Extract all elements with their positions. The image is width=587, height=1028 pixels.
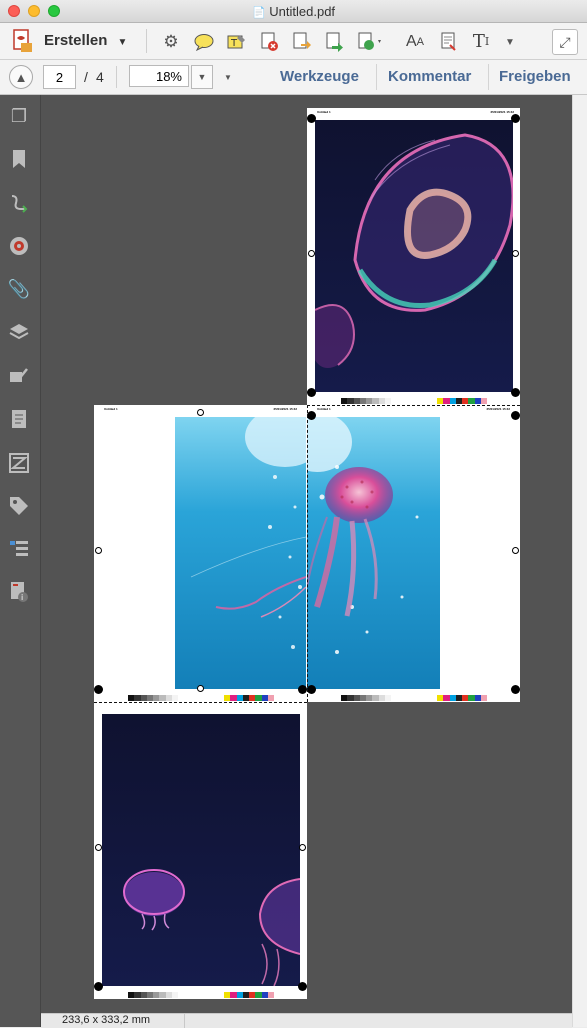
pdf-page-1: Untitled 1 25/01/2021 15:42 — [307, 108, 520, 405]
layers-icon[interactable] — [8, 321, 30, 343]
pdf-page-2: Untitled 1 25/01/2021 15:42 — [94, 405, 307, 702]
comment-icon[interactable] — [193, 31, 215, 53]
window-title: 📄 Untitled.pdf — [251, 4, 336, 19]
page-header-left: Untitled 1 — [104, 407, 118, 411]
accessibility-icon[interactable]: i — [8, 581, 30, 603]
color-bar — [224, 695, 274, 701]
zoom-input[interactable]: 18% — [129, 65, 189, 87]
page-header-right: 25/01/2021 15:42 — [490, 110, 514, 114]
registration-mark — [94, 982, 103, 991]
page-separator: / — [84, 69, 88, 85]
document-canvas[interactable]: Untitled 1 25/01/2021 15:42 Untitled 1 2… — [41, 95, 572, 1013]
create-pdf-icon[interactable] — [10, 29, 34, 53]
jellyfish-image-tile-1 — [315, 120, 513, 392]
status-divider — [184, 1014, 185, 1028]
toolbar-divider — [146, 29, 147, 53]
page-number-input[interactable]: 2 — [43, 65, 76, 89]
text-tool-icon[interactable]: TI — [469, 30, 493, 52]
comment-link[interactable]: Kommentar — [388, 68, 471, 85]
attachments-icon[interactable]: 📎 — [8, 278, 30, 300]
registration-mark — [511, 411, 520, 420]
crop-mark — [512, 250, 519, 257]
vertical-scrollbar[interactable] — [572, 95, 587, 1027]
crop-mark — [512, 547, 519, 554]
toolbar-divider — [488, 64, 489, 90]
delete-page-icon[interactable] — [258, 31, 280, 53]
main-toolbar: Erstellen ▼ ⚙ T AA TI ▼ ⤢ — [0, 23, 587, 60]
page-header-left: Untitled 1 — [317, 110, 331, 114]
registration-mark — [298, 685, 307, 694]
toolbar-divider — [376, 64, 377, 90]
jellyfish-image-tile-4 — [102, 714, 300, 986]
svg-text:T: T — [230, 38, 238, 49]
crop-mark — [299, 844, 306, 851]
registration-mark — [307, 411, 316, 420]
registration-mark — [298, 982, 307, 991]
tile-cut-line — [307, 405, 308, 702]
tile-cut-line — [94, 702, 307, 703]
pdf-page-4 — [94, 702, 307, 999]
more-tools-chevron-icon[interactable]: ▼ — [222, 66, 234, 88]
more-icon[interactable]: ▼ — [502, 31, 518, 53]
text-size-icon[interactable]: AA — [403, 31, 427, 53]
navigation-toolbar: ▲ 2 / 4 18% ▼ ▼ Werkzeuge Kommentar Frei… — [0, 60, 587, 95]
crop-mark — [95, 547, 102, 554]
page-header-right: 25/01/2021 15:42 — [486, 407, 510, 411]
highlight-icon[interactable]: T — [226, 31, 248, 53]
color-bar — [437, 695, 487, 701]
zoom-dropdown-button[interactable]: ▼ — [191, 65, 213, 89]
registration-mark — [511, 685, 520, 694]
fullscreen-button[interactable]: ⤢ — [552, 29, 578, 55]
page-header-left: Untitled 1 — [317, 407, 331, 411]
previous-page-button[interactable]: ▲ — [9, 65, 33, 89]
jellyfish-image-tile-3 — [307, 417, 440, 689]
gray-scale-bar — [128, 695, 178, 701]
page-content-icon[interactable] — [8, 408, 30, 430]
share-link[interactable]: Freigeben — [499, 68, 571, 85]
pdf-file-icon: 📄 — [251, 7, 266, 19]
page-size-label: 233,6 x 333,2 mm — [62, 1014, 151, 1026]
content-edit-icon[interactable] — [8, 365, 30, 387]
bookmarks-icon[interactable] — [8, 148, 30, 170]
registration-mark — [307, 685, 316, 694]
chevron-down-icon: ▼ — [117, 37, 128, 48]
convert-icon[interactable] — [356, 31, 384, 53]
jellyfish-image-tile-2 — [175, 417, 306, 689]
compare-icon[interactable] — [8, 452, 30, 474]
order-icon[interactable] — [8, 538, 30, 560]
page-thumbnails-icon[interactable]: ❐ — [8, 105, 30, 127]
registration-mark — [94, 685, 103, 694]
crop-mark — [197, 409, 204, 416]
gray-scale-bar — [341, 398, 391, 404]
destinations-icon[interactable] — [8, 235, 30, 257]
create-button[interactable]: Erstellen ▼ — [44, 32, 127, 49]
gear-icon[interactable]: ⚙ — [160, 31, 182, 53]
crop-mark — [95, 844, 102, 851]
registration-mark — [307, 114, 316, 123]
signature-icon[interactable] — [8, 192, 30, 214]
page-total: 4 — [96, 69, 104, 85]
registration-mark — [511, 388, 520, 397]
export-icon[interactable] — [290, 31, 312, 53]
title-bar: 📄 Untitled.pdf — [0, 0, 587, 23]
crop-mark — [308, 250, 315, 257]
navigation-sidebar: ❐ 📎 i — [0, 95, 41, 1027]
svg-text:i: i — [21, 593, 23, 602]
registration-mark — [307, 388, 316, 397]
tools-link[interactable]: Werkzeuge — [280, 68, 359, 85]
tag-icon[interactable] — [8, 495, 30, 517]
status-bar: 233,6 x 333,2 mm — [41, 1013, 572, 1028]
toolbar-divider — [116, 66, 117, 88]
pdf-page-3: Untitled 1 25/01/2021 15:42 — [307, 405, 520, 702]
page-header-right: 25/01/2021 15:42 — [273, 407, 297, 411]
edit-doc-icon[interactable] — [437, 31, 459, 53]
gray-scale-bar — [128, 992, 178, 998]
registration-mark — [511, 114, 520, 123]
share-icon[interactable] — [323, 31, 345, 53]
color-bar — [224, 992, 274, 998]
color-bar — [437, 398, 487, 404]
crop-mark — [197, 685, 204, 692]
gray-scale-bar — [341, 695, 391, 701]
tile-cut-line — [307, 405, 520, 406]
